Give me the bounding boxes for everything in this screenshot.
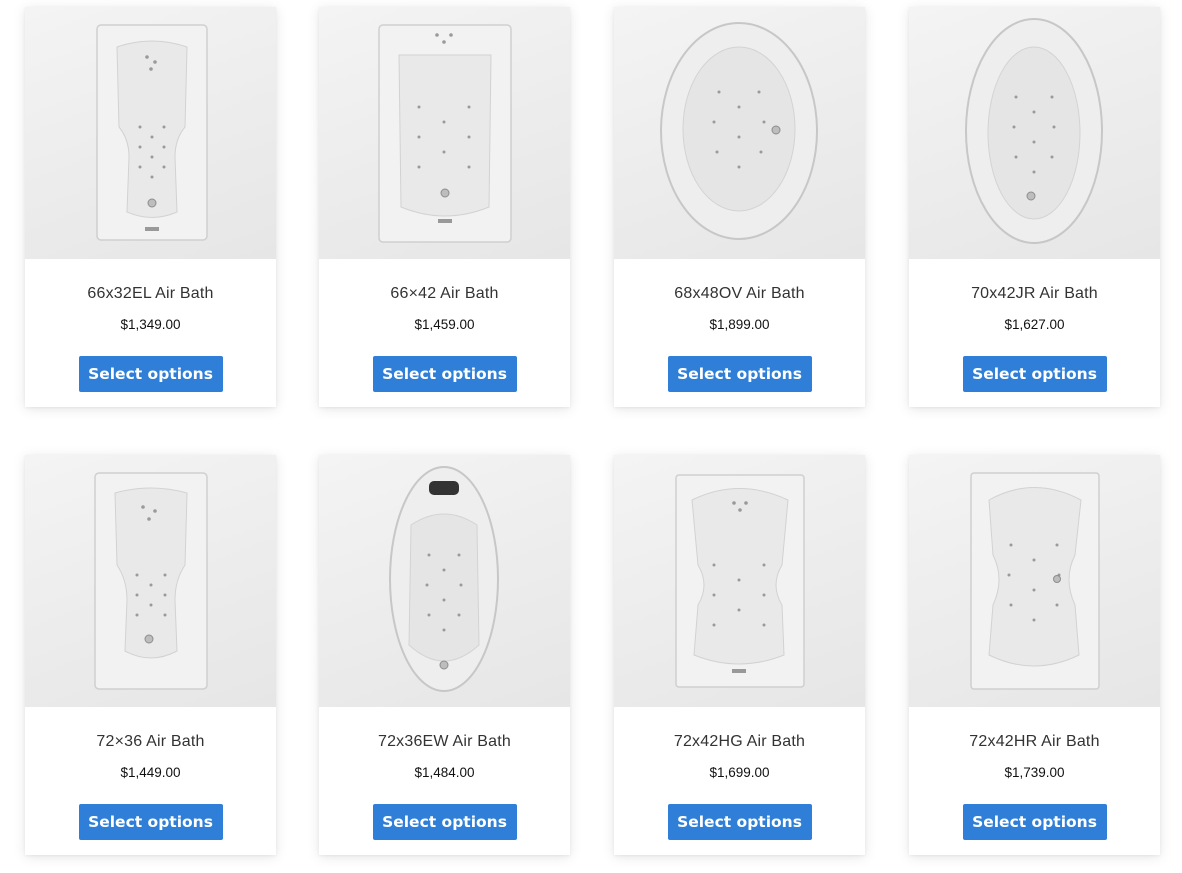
product-price: $1,739.00 bbox=[1004, 765, 1065, 780]
product-price: $1,627.00 bbox=[1004, 317, 1065, 332]
product-title[interactable]: 72x42HG Air Bath bbox=[614, 733, 865, 751]
product-title[interactable]: 70x42JR Air Bath bbox=[909, 285, 1160, 303]
select-options-button[interactable]: Select options bbox=[667, 356, 812, 392]
rectangular-tub-icon bbox=[378, 24, 512, 243]
product-image[interactable] bbox=[25, 7, 276, 259]
product-image[interactable] bbox=[614, 455, 865, 707]
product-card: 72x42HR Air Bath $1,739.00 Select option… bbox=[909, 455, 1160, 855]
product-title[interactable]: 72x42HR Air Bath bbox=[909, 733, 1160, 751]
product-card: 72x42HG Air Bath $1,699.00 Select option… bbox=[614, 455, 865, 855]
product-price: $1,349.00 bbox=[120, 317, 181, 332]
rectangular-tub-icon bbox=[94, 472, 208, 690]
product-card: 66×42 Air Bath $1,459.00 Select options bbox=[319, 7, 570, 407]
oval-tub-icon bbox=[965, 18, 1103, 244]
rectangular-tub-icon bbox=[96, 24, 208, 241]
product-card: 68x48OV Air Bath $1,899.00 Select option… bbox=[614, 7, 865, 407]
product-card: 72x36EW Air Bath $1,484.00 Select option… bbox=[319, 455, 570, 855]
rectangular-tub-icon bbox=[970, 472, 1100, 690]
product-price: $1,699.00 bbox=[709, 765, 770, 780]
select-options-button[interactable]: Select options bbox=[372, 356, 517, 392]
product-image[interactable] bbox=[25, 455, 276, 707]
product-image[interactable] bbox=[909, 455, 1160, 707]
product-image[interactable] bbox=[909, 7, 1160, 259]
select-options-button[interactable]: Select options bbox=[372, 804, 517, 840]
product-title[interactable]: 66x32EL Air Bath bbox=[25, 285, 276, 303]
product-title[interactable]: 72×36 Air Bath bbox=[25, 733, 276, 751]
product-title[interactable]: 66×42 Air Bath bbox=[319, 285, 570, 303]
select-options-button[interactable]: Select options bbox=[667, 804, 812, 840]
product-price: $1,459.00 bbox=[414, 317, 475, 332]
product-price: $1,899.00 bbox=[709, 317, 770, 332]
select-options-button[interactable]: Select options bbox=[962, 356, 1107, 392]
select-options-button[interactable]: Select options bbox=[78, 804, 223, 840]
product-grid: 66x32EL Air Bath $1,349.00 Select option… bbox=[0, 0, 1182, 873]
product-price: $1,449.00 bbox=[120, 765, 181, 780]
product-image[interactable] bbox=[614, 7, 865, 259]
select-options-button[interactable]: Select options bbox=[78, 356, 223, 392]
product-card: 70x42JR Air Bath $1,627.00 Select option… bbox=[909, 7, 1160, 407]
product-title[interactable]: 72x36EW Air Bath bbox=[319, 733, 570, 751]
oval-tub-icon bbox=[660, 22, 818, 240]
select-options-button[interactable]: Select options bbox=[962, 804, 1107, 840]
product-title[interactable]: 68x48OV Air Bath bbox=[614, 285, 865, 303]
product-image[interactable] bbox=[319, 455, 570, 707]
rectangular-tub-icon bbox=[675, 474, 805, 688]
product-price: $1,484.00 bbox=[414, 765, 475, 780]
product-card: 72×36 Air Bath $1,449.00 Select options bbox=[25, 455, 276, 855]
product-image[interactable] bbox=[319, 7, 570, 259]
product-card: 66x32EL Air Bath $1,349.00 Select option… bbox=[25, 7, 276, 407]
freestanding-tub-icon bbox=[389, 466, 499, 692]
